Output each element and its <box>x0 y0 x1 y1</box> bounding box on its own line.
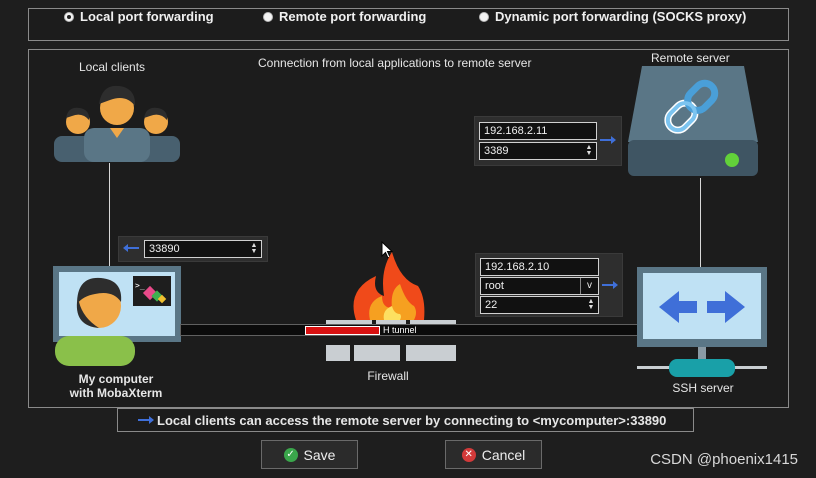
ssh-server-label: SSH server <box>672 381 734 395</box>
my-computer-label: My computer with MobaXterm <box>60 372 172 400</box>
connection-label: Connection from local applications to re… <box>258 56 532 70</box>
ssh-host-value: 192.168.2.10 <box>485 261 550 273</box>
arrow-right-icon <box>600 136 616 144</box>
forwarded-port-input[interactable]: 33890 ▲ ▼ <box>144 240 262 258</box>
remote-server-label: Remote server <box>651 51 730 65</box>
checkmark-icon: ✓ <box>283 447 298 462</box>
svg-text:>_: >_ <box>135 281 145 290</box>
save-button[interactable]: ✓ Save <box>261 440 358 469</box>
radio-indicator <box>263 11 273 22</box>
local-clients-icon <box>54 85 180 162</box>
tunnel-progress-fill <box>305 326 380 335</box>
arrow-right-icon <box>138 416 154 424</box>
spinner-icon[interactable]: ▲ ▼ <box>587 298 595 311</box>
my-computer-label-line2: with MobaXterm <box>69 386 163 400</box>
my-computer-label-line1: My computer <box>78 372 154 386</box>
ssh-port-input[interactable]: 22 ▲ ▼ <box>480 296 599 314</box>
radio-remote-port-forwarding[interactable]: Remote port forwarding <box>263 9 426 24</box>
radio-dynamic-port-forwarding[interactable]: Dynamic port forwarding (SOCKS proxy) <box>479 9 746 24</box>
remote-host-input[interactable]: 192.168.2.11 <box>479 122 597 140</box>
ssh-server-icon <box>637 267 767 377</box>
radio-indicator <box>479 11 489 22</box>
save-button-label: Save <box>303 446 336 463</box>
radio-label: Local port forwarding <box>80 9 214 24</box>
forwarded-port-value: 33890 <box>149 243 180 255</box>
ssh-user-value: root <box>485 280 504 292</box>
arrow-right-icon <box>602 281 618 289</box>
firewall-label: Firewall <box>367 369 409 383</box>
ssh-host-input[interactable]: 192.168.2.10 <box>480 258 599 276</box>
radio-label: Remote port forwarding <box>279 9 427 24</box>
my-computer-icon: >_ <box>53 266 181 366</box>
remote-server-icon <box>628 66 758 176</box>
remote-port-value: 3389 <box>484 145 509 157</box>
remote-host-value: 192.168.2.11 <box>484 125 548 137</box>
connector-line-server <box>700 178 701 268</box>
spinner-icon[interactable]: ▲ ▼ <box>250 242 258 255</box>
close-icon: ✕ <box>461 447 476 462</box>
radio-indicator <box>64 11 74 22</box>
cancel-button-label: Cancel <box>481 446 526 463</box>
arrow-left-icon <box>123 244 139 252</box>
ssh-port-value: 22 <box>485 299 498 311</box>
tunnel-label: H tunnel <box>383 325 417 335</box>
remote-port-input[interactable]: 3389 ▲ ▼ <box>479 142 597 160</box>
status-text: Local clients can access the remote serv… <box>157 413 667 428</box>
chevron-down-icon[interactable]: v <box>580 278 598 294</box>
spinner-icon[interactable]: ▲ ▼ <box>585 144 593 157</box>
firewall-icon <box>326 252 456 361</box>
radio-local-port-forwarding[interactable]: Local port forwarding <box>64 9 214 24</box>
watermark: CSDN @phoenix1415 <box>650 451 798 468</box>
radio-label: Dynamic port forwarding (SOCKS proxy) <box>495 9 747 24</box>
ssh-user-dropdown[interactable]: root v <box>480 277 599 295</box>
connector-line-clients <box>109 163 110 267</box>
local-clients-label: Local clients <box>79 60 146 74</box>
cancel-button[interactable]: ✕ Cancel <box>445 440 542 469</box>
